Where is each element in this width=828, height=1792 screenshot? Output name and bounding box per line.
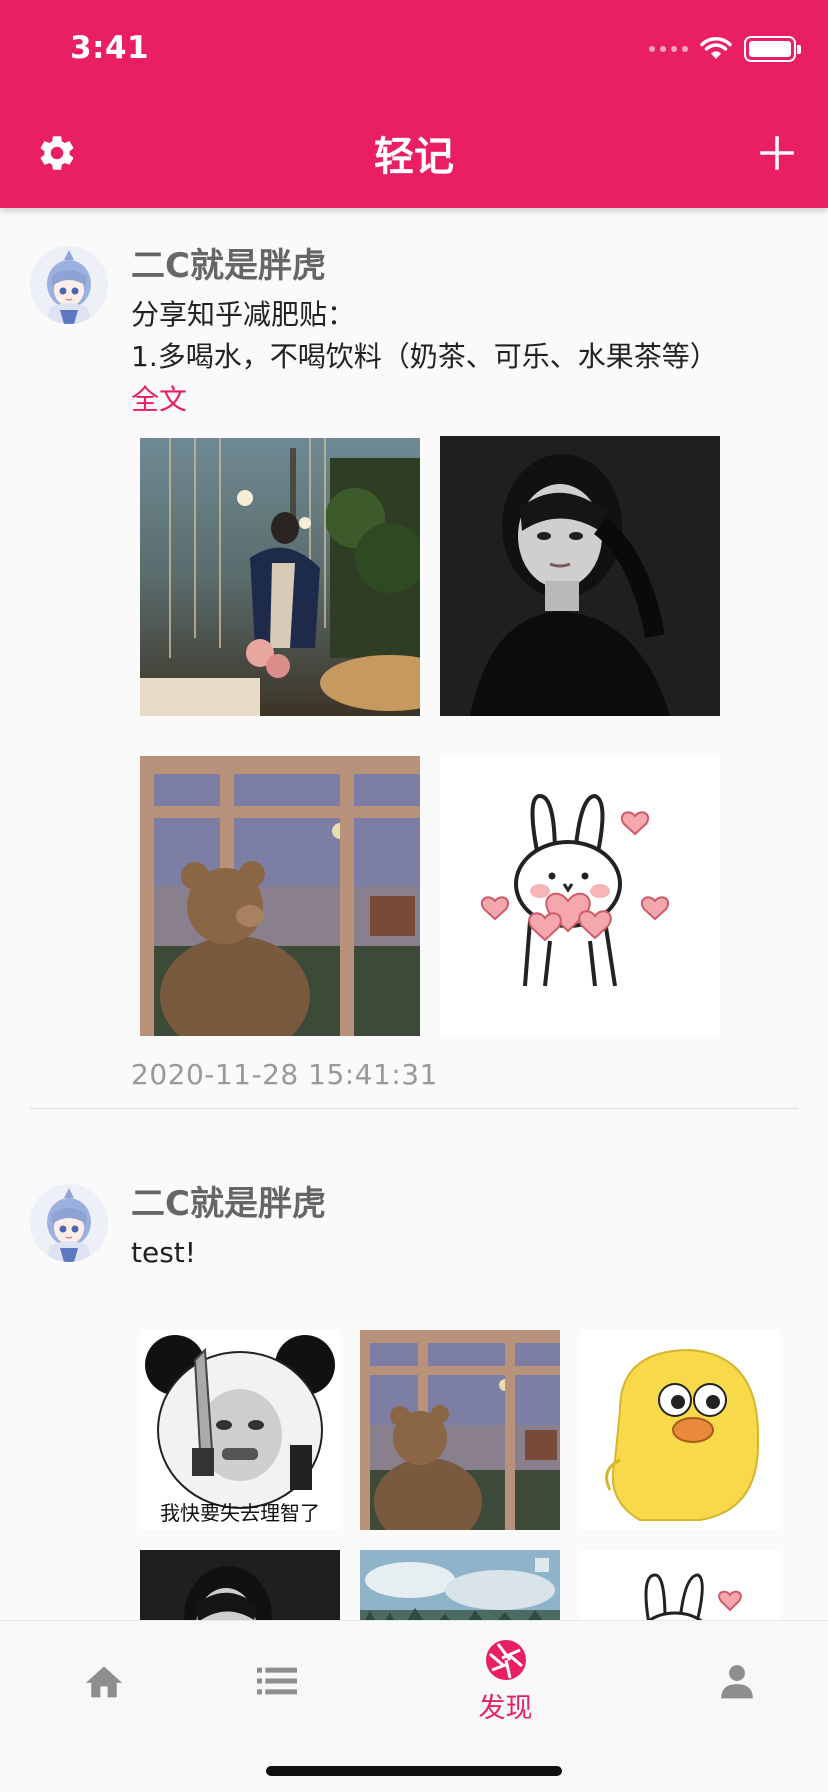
post-text-line: test! xyxy=(131,1236,196,1269)
post-divider xyxy=(30,1108,798,1109)
forest-sky-photo[interactable] xyxy=(360,1550,560,1620)
tab-list[interactable] xyxy=(173,1621,380,1741)
wifi-icon xyxy=(700,37,732,59)
cellular-signal-icon xyxy=(649,46,688,52)
tab-label: 发现 xyxy=(478,1692,533,1724)
avatar[interactable] xyxy=(30,1184,108,1262)
battery-icon xyxy=(744,36,801,62)
feed-list[interactable]: 二C就是胖虎 分享知乎减肥贴： 1.多喝水，不喝饮料（奶茶、可乐、水果茶等） 全… xyxy=(0,208,828,1620)
app-screen: 3:41 轻记 二C就是胖虎 分享知乎减肥贴： 1.多喝水，不喝饮料（奶茶、可乐… xyxy=(0,0,828,1792)
post-text: 分享知乎减肥贴： 1.多喝水，不喝饮料（奶茶、可乐、水果茶等） xyxy=(131,294,718,378)
post-text-line: 1.多喝水，不喝饮料（奶茶、可乐、水果茶等） xyxy=(131,340,718,373)
status-time: 3:41 xyxy=(70,30,150,66)
tab-profile[interactable] xyxy=(633,1621,828,1741)
list-icon xyxy=(256,1667,297,1695)
bunny-hearts-sticker[interactable] xyxy=(580,1550,780,1620)
panda-meme-photo[interactable]: 我快要失去理智了 xyxy=(140,1330,340,1530)
teddy-bear-window-photo[interactable] xyxy=(360,1330,560,1530)
post-author-name[interactable]: 二C就是胖虎 xyxy=(131,238,326,287)
black-white-portrait-photo[interactable] xyxy=(440,436,720,716)
meme-caption: 我快要失去理智了 xyxy=(160,1501,320,1525)
home-indicator xyxy=(266,1766,562,1776)
bunny-hearts-sticker[interactable] xyxy=(440,756,720,1036)
woman-by-lake-photo[interactable] xyxy=(140,438,420,716)
home-icon xyxy=(85,1666,122,1698)
status-indicators xyxy=(649,36,801,62)
aperture-icon xyxy=(485,1639,526,1680)
teddy-bear-window-photo[interactable] xyxy=(140,756,420,1036)
post-timestamp: 2020-11-28 15:41:31 xyxy=(131,1058,438,1091)
post-author-name[interactable]: 二C就是胖虎 xyxy=(131,1176,326,1225)
post-text-line: 分享知乎减肥贴： xyxy=(131,298,356,331)
black-white-portrait-photo[interactable] xyxy=(140,1550,340,1620)
plus-icon xyxy=(760,136,794,170)
post-card: 二C就是胖虎 分享知乎减肥贴： 1.多喝水，不喝饮料（奶茶、可乐、水果茶等） 全… xyxy=(0,228,828,1128)
app-header: 3:41 轻记 xyxy=(0,0,828,208)
full-text-link[interactable]: 全文 xyxy=(131,378,187,418)
avatar[interactable] xyxy=(30,246,108,324)
post-text: test! xyxy=(131,1232,196,1274)
post-card: 二C就是胖虎 test! 我快要失去理智了 xyxy=(0,1166,828,1620)
tab-discover[interactable]: 发现 xyxy=(402,1621,609,1741)
yellow-duck-sticker[interactable] xyxy=(580,1330,780,1530)
add-post-button[interactable] xyxy=(752,128,802,178)
person-icon xyxy=(720,1665,753,1699)
app-title: 轻记 xyxy=(374,134,454,180)
